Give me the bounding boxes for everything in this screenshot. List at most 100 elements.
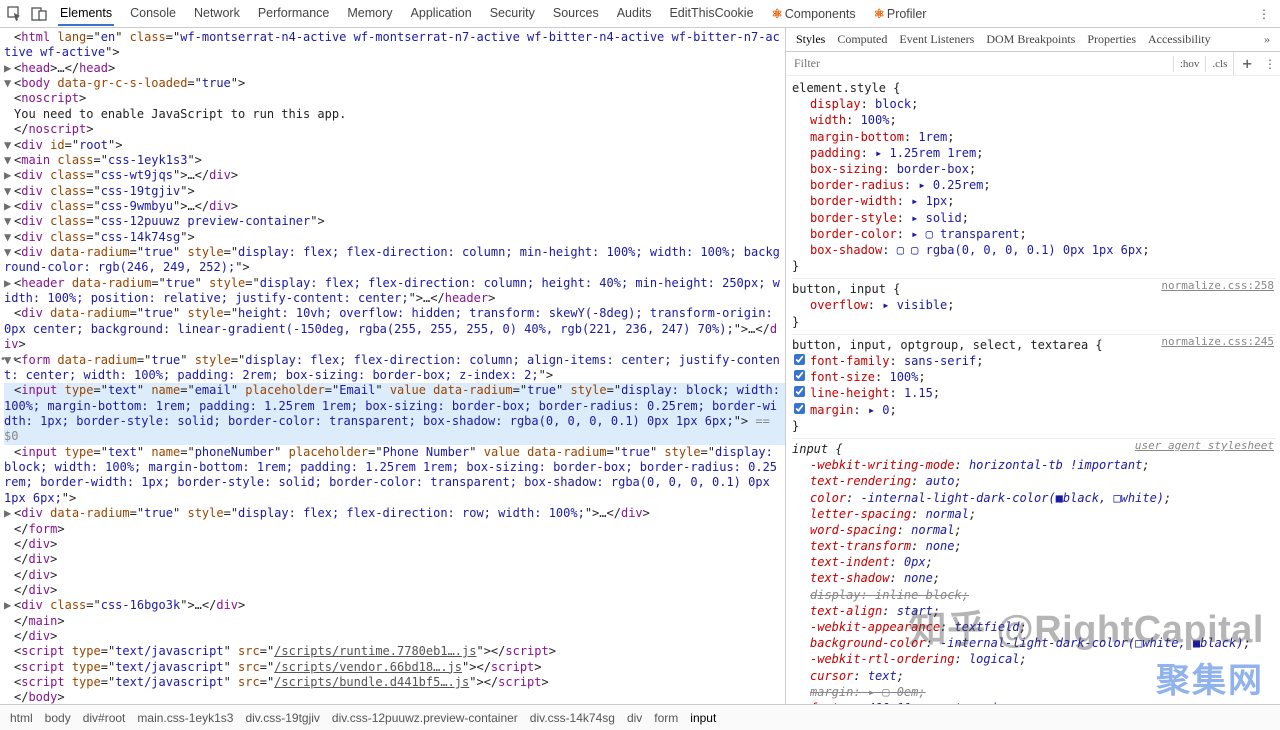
styles-tab-styles[interactable]: Styles	[796, 32, 825, 47]
css-property[interactable]: color: -internal-light-dark-color(■black…	[792, 490, 1276, 506]
css-property[interactable]: text-shadow: none;	[792, 570, 1276, 586]
css-rule[interactable]: element.style {display: block;width: 100…	[792, 78, 1276, 279]
dom-line[interactable]: </form>	[4, 522, 785, 537]
breadcrumb-item[interactable]: div.css-12puuwz.preview-container	[332, 711, 518, 725]
css-rule[interactable]: button, input {normalize.css:258overflow…	[792, 279, 1276, 335]
dom-line[interactable]: </noscript>	[4, 122, 785, 137]
property-toggle[interactable]	[794, 386, 805, 397]
css-property[interactable]: display: block;	[792, 96, 1276, 112]
css-property[interactable]: font-family: sans-serif;	[792, 353, 1276, 369]
dom-line[interactable]: ▶<div class="css-16bgo3k">…</div>	[4, 598, 785, 613]
css-property[interactable]: word-spacing: normal;	[792, 522, 1276, 538]
breadcrumb-item[interactable]: main.css-1eyk1s3	[137, 711, 233, 725]
hov-toggle[interactable]: :hov	[1173, 56, 1206, 72]
tab-editthiscookie[interactable]: EditThisCookie	[667, 2, 755, 26]
css-property[interactable]: margin-bottom: 1rem;	[792, 129, 1276, 145]
more-icon[interactable]: ⋮	[1254, 7, 1274, 21]
dom-line[interactable]: You need to enable JavaScript to run thi…	[4, 107, 785, 122]
tab-application[interactable]: Application	[409, 2, 474, 26]
dom-line[interactable]: ▼<div id="root">	[4, 138, 785, 153]
css-property[interactable]: -webkit-writing-mode: horizontal-tb !imp…	[792, 457, 1276, 473]
dom-line[interactable]: ▼<main class="css-1eyk1s3">	[4, 153, 785, 168]
css-property[interactable]: padding: ▸ 1.25rem 1rem;	[792, 145, 1276, 161]
dom-line[interactable]: <input type="text" name="email" placehol…	[4, 383, 785, 444]
dom-line[interactable]: </div>	[4, 629, 785, 644]
css-property[interactable]: text-rendering: auto;	[792, 473, 1276, 489]
css-rule[interactable]: button, input, optgroup, select, textare…	[792, 335, 1276, 439]
property-toggle[interactable]	[794, 354, 805, 365]
breadcrumb-item[interactable]: div.css-19tgjiv	[245, 711, 319, 725]
dom-line[interactable]: </div>	[4, 537, 785, 552]
dom-line[interactable]: ▼<div class="css-12puuwz preview-contain…	[4, 214, 785, 229]
dom-line[interactable]: ▼<div class="css-19tgjiv">	[4, 184, 785, 199]
breadcrumb-item[interactable]: div	[627, 711, 642, 725]
dom-line[interactable]: ▶<header data-radium="true" style="displ…	[4, 276, 785, 307]
breadcrumb-item[interactable]: form	[654, 711, 678, 725]
tab-sources[interactable]: Sources	[551, 2, 601, 26]
tab-network[interactable]: Network	[192, 2, 242, 26]
css-property[interactable]: line-height: 1.15;	[792, 385, 1276, 401]
dom-line[interactable]: <input type="text" name="phoneNumber" pl…	[4, 445, 785, 506]
dom-line[interactable]: <script type="text/javascript" src="/scr…	[4, 675, 785, 690]
styles-tabs-overflow-icon[interactable]: »	[1264, 32, 1270, 47]
tab-performance[interactable]: Performance	[256, 2, 332, 26]
dom-line[interactable]: ▼<div class="css-14k74sg">	[4, 230, 785, 245]
style-rules[interactable]: element.style {display: block;width: 100…	[786, 76, 1280, 704]
css-property[interactable]: box-sizing: border-box;	[792, 161, 1276, 177]
inspect-icon[interactable]	[6, 5, 24, 23]
dom-line[interactable]: ▼<div data-radium="true" style="display:…	[4, 245, 785, 276]
css-property[interactable]: width: 100%;	[792, 112, 1276, 128]
css-property[interactable]: border-color: ▸ ▢ transparent;	[792, 226, 1276, 242]
tab-console[interactable]: Console	[128, 2, 178, 26]
css-property[interactable]: margin: ▸ ▢ 0em;	[792, 684, 1276, 700]
css-property[interactable]: display: inline-block;	[792, 587, 1276, 603]
breadcrumb-item[interactable]: input	[690, 711, 716, 725]
styles-tab-properties[interactable]: Properties	[1087, 32, 1136, 47]
property-toggle[interactable]	[794, 370, 805, 381]
dom-line[interactable]: <div data-radium="true" style="height: 1…	[4, 306, 785, 352]
dom-line[interactable]: </div>	[4, 552, 785, 567]
dom-line[interactable]: <script type="text/javascript" src="/scr…	[4, 644, 785, 659]
css-property[interactable]: -webkit-appearance: textfield;	[792, 619, 1276, 635]
css-property[interactable]: letter-spacing: normal;	[792, 506, 1276, 522]
dom-line[interactable]: </div>	[4, 568, 785, 583]
dom-line[interactable]: </main>	[4, 614, 785, 629]
tab-security[interactable]: Security	[488, 2, 537, 26]
dom-line[interactable]: ▼<body data-gr-c-s-loaded="true">	[4, 76, 785, 91]
dom-line[interactable]: ▼<form data-radium="true" style="display…	[4, 353, 785, 384]
breadcrumb-item[interactable]: div#root	[83, 711, 126, 725]
dom-line[interactable]: <script type="text/javascript" src="/scr…	[4, 660, 785, 675]
styles-tab-event-listeners[interactable]: Event Listeners	[899, 32, 974, 47]
dom-line[interactable]: </body>	[4, 690, 785, 704]
css-property[interactable]: text-align: start;	[792, 603, 1276, 619]
dom-tree[interactable]: ••• <html lang="en" class="wf-montserrat…	[0, 28, 785, 704]
breadcrumbs[interactable]: html body div#root main.css-1eyk1s3 div.css-…	[0, 704, 1280, 730]
css-property[interactable]: text-transform: none;	[792, 538, 1276, 554]
breadcrumb-item[interactable]: body	[45, 711, 71, 725]
breadcrumb-item[interactable]: div.css-14k74sg	[530, 711, 615, 725]
device-icon[interactable]	[30, 5, 48, 23]
css-property[interactable]: text-indent: 0px;	[792, 554, 1276, 570]
styles-tab-computed[interactable]: Computed	[837, 32, 887, 47]
tab-components[interactable]: ⚛Components	[770, 2, 858, 26]
tab-profiler[interactable]: ⚛Profiler	[872, 2, 929, 26]
dom-line[interactable]: ▶<div data-radium="true" style="display:…	[4, 506, 785, 521]
dom-line[interactable]: ▶<div class="css-9wmbyu">…</div>	[4, 199, 785, 214]
css-property[interactable]: border-style: ▸ solid;	[792, 210, 1276, 226]
styles-tab-accessibility[interactable]: Accessibility	[1148, 32, 1211, 47]
breadcrumb-item[interactable]: html	[10, 711, 33, 725]
css-property[interactable]: cursor: text;	[792, 668, 1276, 684]
css-property[interactable]: border-radius: ▸ 0.25rem;	[792, 177, 1276, 193]
css-property[interactable]: -webkit-rtl-ordering: logical;	[792, 651, 1276, 667]
styles-filter-input[interactable]	[786, 52, 1173, 75]
cls-toggle[interactable]: .cls	[1205, 56, 1233, 72]
dom-line[interactable]: ▶<head>…</head>	[4, 61, 785, 76]
tab-audits[interactable]: Audits	[615, 2, 654, 26]
dom-line[interactable]: <noscript>	[4, 91, 785, 106]
dom-line[interactable]: ▶<div class="css-wt9jqs">…</div>	[4, 168, 785, 183]
dom-line[interactable]: </div>	[4, 583, 785, 598]
dom-line[interactable]: <html lang="en" class="wf-montserrat-n4-…	[4, 30, 785, 61]
styles-tab-dom-breakpoints[interactable]: DOM Breakpoints	[986, 32, 1075, 47]
css-property[interactable]: font-size: 100%;	[792, 369, 1276, 385]
tab-memory[interactable]: Memory	[345, 2, 394, 26]
